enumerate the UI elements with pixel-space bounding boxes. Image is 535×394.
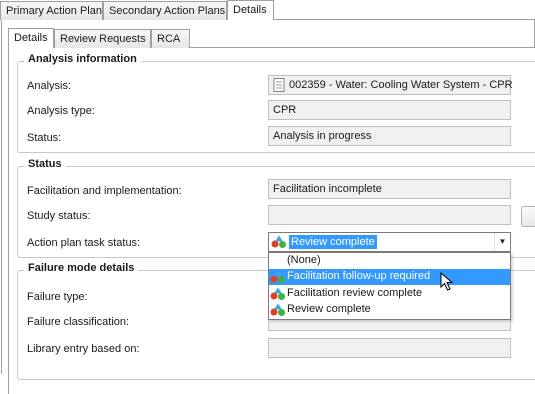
tab-details[interactable]: Details bbox=[227, 0, 274, 21]
selected-value: Review complete bbox=[289, 235, 377, 249]
analysis-field[interactable]: 002359 - Water: Cooling Water System - C… bbox=[268, 75, 513, 95]
option-facilitation-review-complete[interactable]: Facilitation review complete bbox=[269, 286, 510, 302]
analysis-label: Analysis: bbox=[27, 80, 72, 92]
action-plan-task-status-label: Action plan task status: bbox=[27, 237, 141, 249]
tab-secondary-action-plans[interactable]: Secondary Action Plans bbox=[103, 1, 227, 20]
group-title: Failure mode details bbox=[24, 262, 139, 274]
study-status-button[interactable] bbox=[521, 206, 535, 227]
option-label: (None) bbox=[287, 254, 321, 266]
group-title: Analysis information bbox=[24, 53, 141, 65]
subtab-details[interactable]: Details bbox=[8, 28, 54, 49]
group-title: Status bbox=[24, 158, 66, 170]
tab-label: Details bbox=[233, 4, 267, 16]
failure-type-label: Failure type: bbox=[27, 291, 88, 303]
failure-classification-label: Failure classification: bbox=[27, 316, 130, 328]
status-label: Status: bbox=[27, 132, 62, 144]
subtab-review-requests[interactable]: Review Requests bbox=[54, 29, 151, 48]
analysis-type-field: CPR bbox=[268, 100, 511, 120]
action-plan-task-status-select[interactable]: Review complete ▼ bbox=[268, 232, 511, 252]
status-shapes-icon bbox=[271, 235, 286, 248]
tab-label: Review Requests bbox=[60, 33, 146, 45]
option-label: Review complete bbox=[287, 303, 371, 315]
task-status-dropdown-list: (None) Facilitation follow-up required F… bbox=[268, 252, 511, 320]
top-tab-strip: Primary Action Plan Secondary Action Pla… bbox=[0, 0, 535, 21]
tab-label: RCA bbox=[157, 33, 181, 45]
option-facilitation-follow-up-required[interactable]: Facilitation follow-up required bbox=[269, 269, 510, 285]
library-entry-label: Library entry based on: bbox=[27, 343, 140, 355]
study-status-field bbox=[268, 205, 511, 225]
study-status-label: Study status: bbox=[27, 210, 91, 222]
analysis-status-value: Analysis in progress bbox=[273, 130, 372, 142]
analysis-type-value: CPR bbox=[273, 104, 297, 116]
analysis-status-field: Analysis in progress bbox=[268, 126, 511, 146]
option-label: Facilitation follow-up required bbox=[287, 270, 431, 282]
tab-label: Secondary Action Plans bbox=[109, 5, 226, 17]
analysis-type-label: Analysis type: bbox=[27, 105, 95, 117]
tab-primary-action-plan[interactable]: Primary Action Plan bbox=[0, 1, 103, 20]
facilitation-value: Facilitation incomplete bbox=[273, 183, 382, 195]
facilitation-field: Facilitation incomplete bbox=[268, 179, 511, 199]
sub-tab-strip: Details Review Requests RCA bbox=[8, 28, 535, 49]
status-shapes-icon bbox=[270, 303, 285, 316]
library-entry-field bbox=[268, 338, 511, 358]
facilitation-label: Facilitation and implementation: bbox=[27, 185, 182, 197]
option-review-complete[interactable]: Review complete bbox=[269, 302, 510, 318]
subtab-rca[interactable]: RCA bbox=[151, 29, 190, 48]
analysis-value: 002359 - Water: Cooling Water System - C… bbox=[289, 79, 513, 91]
option-none[interactable]: (None) bbox=[269, 253, 510, 269]
tab-label: Details bbox=[14, 32, 48, 44]
tab-label: Primary Action Plan bbox=[6, 5, 102, 17]
option-label: Facilitation review complete bbox=[287, 287, 423, 299]
document-icon bbox=[273, 78, 285, 92]
status-shapes-icon bbox=[270, 270, 285, 283]
chevron-down-icon[interactable]: ▼ bbox=[494, 233, 510, 251]
status-shapes-icon bbox=[270, 287, 285, 300]
mouse-cursor-icon bbox=[440, 272, 454, 291]
